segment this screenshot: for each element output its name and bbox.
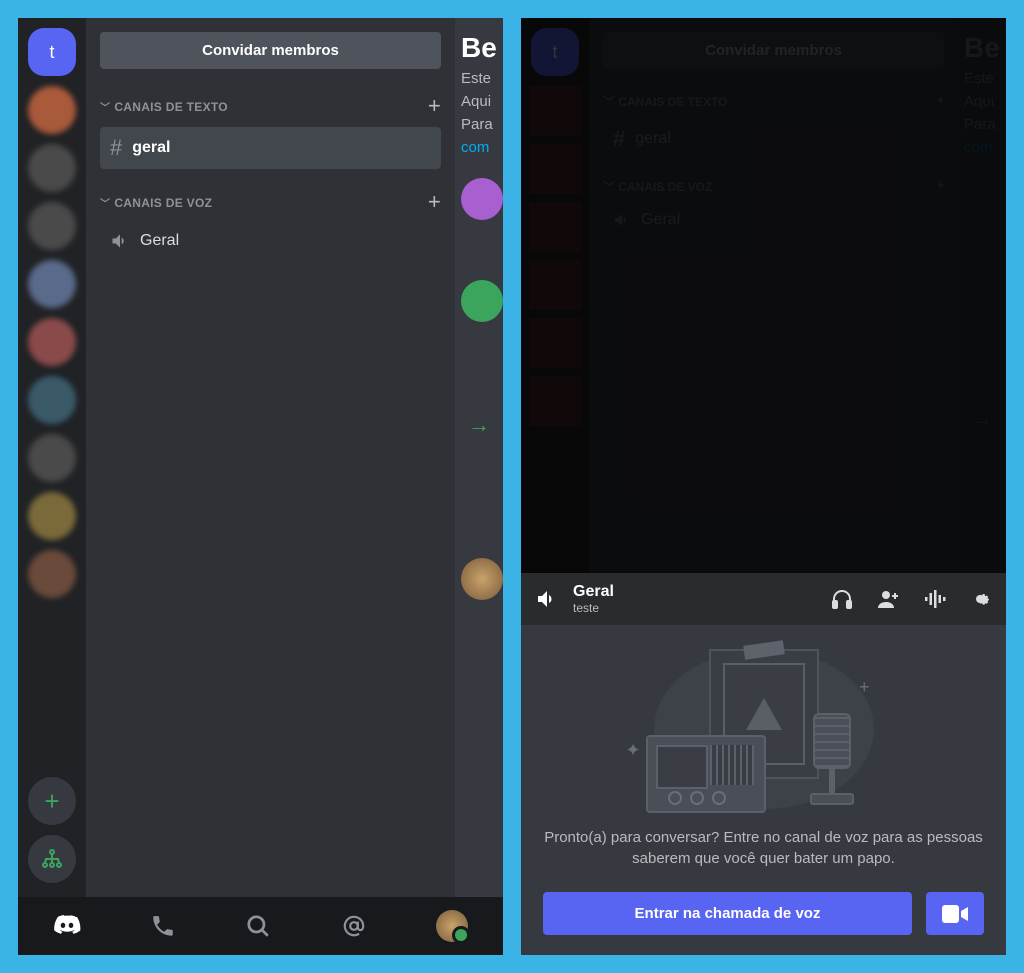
dimmed-background: t Convidar membros ﹀ CANAIS DE TEXTO+ #g…: [521, 18, 1006, 573]
peek-text: Para: [461, 116, 497, 133]
hash-icon: #: [110, 135, 122, 161]
server-icon[interactable]: [28, 144, 76, 192]
server-icon[interactable]: [28, 86, 76, 134]
nav-mentions-icon[interactable]: [341, 913, 367, 939]
voice-channels-category[interactable]: ﹀ CANAIS DE VOZ +: [100, 189, 441, 215]
chevron-down-icon: ﹀: [100, 103, 110, 114]
active-server[interactable]: t: [28, 28, 76, 76]
nav-search-icon[interactable]: [245, 913, 271, 939]
category-label: CANAIS DE VOZ: [114, 196, 212, 210]
server-icon[interactable]: [28, 260, 76, 308]
invite-members-button[interactable]: Convidar membros: [100, 32, 441, 69]
content-peek: Be Este Aqui Para com →: [455, 18, 503, 955]
server-icon[interactable]: [28, 434, 76, 482]
headphones-icon[interactable]: [830, 587, 854, 611]
peek-text: Aqui: [461, 93, 497, 110]
action-bubble[interactable]: [461, 280, 503, 322]
server-icon[interactable]: [28, 550, 76, 598]
channel-sidebar: Convidar membros ﹀ CANAIS DE TEXTO + # ge…: [86, 18, 455, 955]
voice-illustration: ✦+: [614, 643, 914, 813]
server-icon[interactable]: [28, 202, 76, 250]
server-icon[interactable]: [28, 492, 76, 540]
voice-channel-geral[interactable]: Geral: [100, 223, 441, 259]
voice-body: ✦+ Pronto(a) para conversar? Entre no ca…: [521, 625, 1006, 956]
arrow-icon: →: [461, 412, 497, 438]
add-user-icon[interactable]: [876, 587, 900, 611]
active-server-dim: t: [531, 28, 579, 76]
peek-text: Este: [461, 70, 497, 87]
nav-friends-icon[interactable]: [150, 913, 176, 939]
avatar: [461, 558, 503, 600]
add-channel-icon[interactable]: +: [428, 93, 441, 119]
server-rail: t +: [18, 18, 86, 955]
add-server-button[interactable]: +: [28, 777, 76, 825]
bottom-nav: [18, 897, 503, 955]
text-channel-geral[interactable]: # geral: [100, 127, 441, 169]
settings-icon[interactable]: [968, 587, 992, 611]
peek-link[interactable]: com: [461, 139, 497, 156]
voice-channel-subtitle: teste: [573, 601, 614, 615]
right-screenshot: t Convidar membros ﹀ CANAIS DE TEXTO+ #g…: [521, 18, 1006, 955]
video-button[interactable]: [926, 892, 984, 935]
server-icon[interactable]: [28, 376, 76, 424]
voice-channel-panel: Geral teste: [521, 573, 1006, 956]
discover-button[interactable]: [28, 835, 76, 883]
voice-header: Geral teste: [521, 573, 1006, 625]
speaker-icon: [110, 231, 130, 251]
invite-members-dim: Convidar membros: [603, 32, 944, 69]
peek-heading: Be: [461, 32, 497, 64]
action-bubble[interactable]: [461, 178, 503, 220]
join-voice-button[interactable]: Entrar na chamada de voz: [543, 892, 912, 935]
text-channels-category[interactable]: ﹀ CANAIS DE TEXTO +: [100, 93, 441, 119]
channel-label: geral: [132, 139, 170, 157]
server-icon[interactable]: [28, 318, 76, 366]
category-label: CANAIS DE TEXTO: [114, 100, 228, 114]
speaker-icon: [535, 587, 559, 611]
voice-prompt-text: Pronto(a) para conversar? Entre no canal…: [544, 827, 984, 871]
channel-label: Geral: [140, 232, 179, 250]
nav-profile-avatar[interactable]: [436, 910, 468, 942]
left-screenshot: t + Convidar membros ﹀ CANAIS DE TEXTO + …: [18, 18, 503, 955]
chevron-down-icon: ﹀: [100, 199, 110, 210]
noise-suppression-icon[interactable]: [922, 587, 946, 611]
nav-home-icon[interactable]: [53, 915, 81, 937]
voice-channel-title: Geral: [573, 583, 614, 601]
add-channel-icon[interactable]: +: [428, 189, 441, 215]
